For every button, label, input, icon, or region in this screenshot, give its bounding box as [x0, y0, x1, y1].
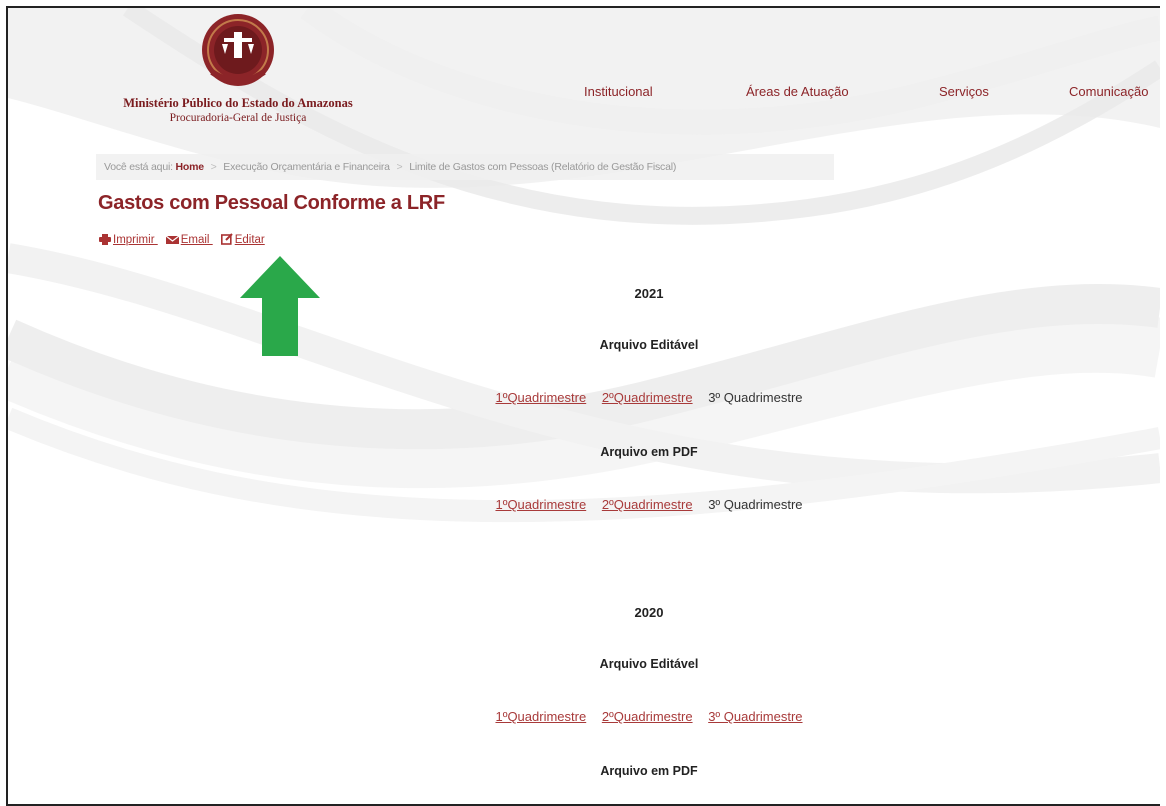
- link-2-quadrimestre[interactable]: 2ºQuadrimestre: [602, 709, 693, 724]
- link-2-quadrimestre[interactable]: 2ºQuadrimestre: [602, 390, 693, 405]
- email-label: Email: [180, 234, 210, 246]
- breadcrumb-execucao[interactable]: Execução Orçamentária e Financeira: [223, 161, 390, 173]
- breadcrumb-current: Limite de Gastos com Pessoas (Relatório …: [409, 161, 677, 173]
- breadcrumb: Você está aqui: Home > Execução Orçament…: [96, 154, 834, 180]
- text-3-quadrimestre: 3º Quadrimestre: [708, 497, 803, 512]
- org-subtitle: Procuradoria-Geral de Justiça: [169, 112, 307, 124]
- file-links-row: 1ºQuadrimestre 2ºQuadrimestre 3º Quadrim…: [8, 709, 1160, 724]
- group-heading: Arquivo em PDF: [600, 764, 698, 778]
- page-frame: Ministério Público do Estado do Amazonas…: [6, 6, 1160, 806]
- site-logo[interactable]: Ministério Público do Estado do Amazonas…: [88, 10, 388, 124]
- year-heading-2020: 2020: [634, 605, 664, 620]
- nav-item-areas-de-atuacao[interactable]: Áreas de Atuação: [746, 84, 849, 99]
- background-waves: [8, 8, 1160, 523]
- link-2-quadrimestre[interactable]: 2ºQuadrimestre: [602, 497, 693, 512]
- breadcrumb-home[interactable]: Home: [176, 161, 205, 173]
- group-heading: Arquivo Editável: [599, 657, 699, 671]
- group-heading: Arquivo em PDF: [600, 445, 698, 459]
- edit-link[interactable]: Editar: [220, 233, 265, 246]
- print-label: Imprimir: [113, 234, 155, 246]
- nav-item-institucional[interactable]: Institucional: [584, 84, 653, 99]
- group-heading: Arquivo Editável: [599, 338, 699, 352]
- text-3-quadrimestre: 3º Quadrimestre: [708, 390, 803, 405]
- file-links-row: 1ºQuadrimestre 2ºQuadrimestre 3º Quadrim…: [8, 497, 1160, 512]
- page-title: Gastos com Pessoal Conforme a LRF: [98, 192, 445, 214]
- print-link[interactable]: Imprimir: [99, 234, 158, 246]
- printer-icon: [99, 234, 111, 245]
- link-3-quadrimestre[interactable]: 3º Quadrimestre: [708, 709, 802, 724]
- edit-icon: [220, 233, 233, 245]
- breadcrumb-separator: >: [396, 161, 403, 173]
- link-1-quadrimestre[interactable]: 1ºQuadrimestre: [495, 709, 586, 724]
- page-actions: Imprimir Email Editar: [99, 233, 273, 246]
- file-links-row: 1ºQuadrimestre 2ºQuadrimestre 3º Quadrim…: [8, 390, 1160, 405]
- link-1-quadrimestre[interactable]: 1ºQuadrimestre: [495, 390, 586, 405]
- link-1-quadrimestre[interactable]: 1ºQuadrimestre: [495, 497, 586, 512]
- nav-item-comunicacao[interactable]: Comunicação: [1069, 84, 1149, 99]
- edit-label: Editar: [234, 234, 265, 246]
- email-link[interactable]: Email: [165, 234, 213, 246]
- envelope-icon: [165, 235, 179, 244]
- seal-icon: [202, 14, 274, 86]
- breadcrumb-separator: >: [210, 161, 217, 173]
- breadcrumb-prefix: Você está aqui:: [104, 161, 173, 173]
- main-nav: Institucional Áreas de Atuação Serviços …: [8, 84, 1160, 104]
- year-heading-2021: 2021: [634, 286, 664, 301]
- nav-item-servicos[interactable]: Serviços: [939, 84, 989, 99]
